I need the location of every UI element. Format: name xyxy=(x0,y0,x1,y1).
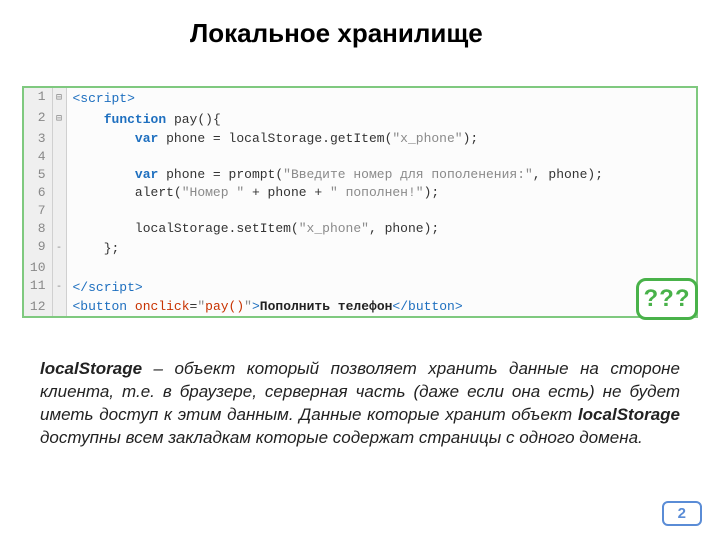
fold-gutter xyxy=(52,130,66,148)
line-number: 10 xyxy=(24,259,52,277)
line-number: 6 xyxy=(24,184,52,202)
fold-gutter xyxy=(52,298,66,316)
code-source xyxy=(66,202,696,220)
code-line: 11-</script> xyxy=(24,277,696,298)
code-source: }; xyxy=(66,238,696,259)
fold-gutter xyxy=(52,166,66,184)
code-source: localStorage.setItem("x_phone", phone); xyxy=(66,220,696,238)
fold-gutter: - xyxy=(52,238,66,259)
description-fragment: доступны всем закладкам которые содержат… xyxy=(40,428,643,447)
code-line: 12 <button onclick="pay()">Пополнить теле… xyxy=(24,298,696,316)
page-number-badge: 2 xyxy=(662,501,702,526)
fold-gutter xyxy=(52,220,66,238)
description-fragment: localStorage xyxy=(40,359,142,378)
line-number: 12 xyxy=(24,298,52,316)
code-source: <button onclick="pay()">Пополнить телефо… xyxy=(66,298,696,316)
fold-gutter: ⊟ xyxy=(52,88,66,109)
description-fragment: localStorage xyxy=(578,405,680,424)
code-block: 1⊟<script>2⊟ function pay(){3 var phone … xyxy=(22,86,698,318)
fold-gutter xyxy=(52,148,66,166)
fold-gutter xyxy=(52,259,66,277)
line-number: 7 xyxy=(24,202,52,220)
line-number: 1 xyxy=(24,88,52,109)
line-number: 3 xyxy=(24,130,52,148)
code-line: 2⊟ function pay(){ xyxy=(24,109,696,130)
line-number: 9 xyxy=(24,238,52,259)
line-number: 8 xyxy=(24,220,52,238)
line-number: 11 xyxy=(24,277,52,298)
code-source xyxy=(66,259,696,277)
line-number: 5 xyxy=(24,166,52,184)
code-line: 7 xyxy=(24,202,696,220)
code-source: var phone = prompt("Введите номер для по… xyxy=(66,166,696,184)
code-source: var phone = localStorage.getItem("x_phon… xyxy=(66,130,696,148)
code-line: 8 localStorage.setItem("x_phone", phone)… xyxy=(24,220,696,238)
description-paragraph: localStorage – объект который позволяет … xyxy=(40,358,680,450)
code-line: 5 var phone = prompt("Введите номер для … xyxy=(24,166,696,184)
code-line: 4 xyxy=(24,148,696,166)
fold-gutter xyxy=(52,202,66,220)
code-source: alert("Номер " + phone + " пополнен!"); xyxy=(66,184,696,202)
code-line: 3 var phone = localStorage.getItem("x_ph… xyxy=(24,130,696,148)
fold-gutter: ⊟ xyxy=(52,109,66,130)
code-line: 1⊟<script> xyxy=(24,88,696,109)
question-badge: ??? xyxy=(636,278,698,320)
line-number: 4 xyxy=(24,148,52,166)
fold-gutter: - xyxy=(52,277,66,298)
code-source xyxy=(66,148,696,166)
code-source: function pay(){ xyxy=(66,109,696,130)
code-source: </script> xyxy=(66,277,696,298)
code-table: 1⊟<script>2⊟ function pay(){3 var phone … xyxy=(24,88,696,316)
page-title: Локальное хранилище xyxy=(190,18,483,49)
code-line: 10 xyxy=(24,259,696,277)
code-line: 9- }; xyxy=(24,238,696,259)
code-source: <script> xyxy=(66,88,696,109)
fold-gutter xyxy=(52,184,66,202)
line-number: 2 xyxy=(24,109,52,130)
code-line: 6 alert("Номер " + phone + " пополнен!")… xyxy=(24,184,696,202)
